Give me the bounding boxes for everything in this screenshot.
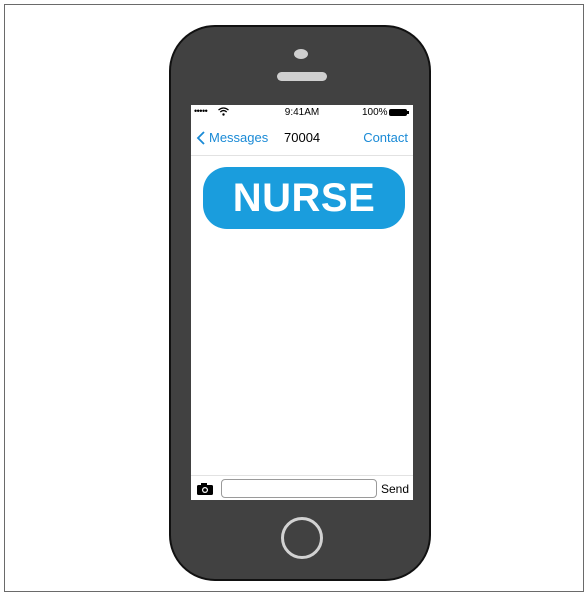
battery-icon: [389, 109, 409, 116]
message-composer: Send: [191, 475, 413, 500]
canvas-frame: ••••• 9:41AM 100% Messages 70004 Contact…: [4, 4, 584, 592]
back-button-label: Messages: [209, 130, 269, 145]
back-to-messages-button[interactable]: Messages: [196, 130, 268, 145]
message-input[interactable]: [221, 479, 377, 498]
phone-screen: ••••• 9:41AM 100% Messages 70004 Contact…: [191, 105, 413, 500]
home-button[interactable]: [281, 517, 323, 559]
battery-percent: 100%: [362, 107, 388, 118]
message-bubble: NURSE: [203, 167, 405, 229]
status-bar: ••••• 9:41AM 100%: [191, 105, 413, 121]
phone-body: ••••• 9:41AM 100% Messages 70004 Contact…: [169, 25, 431, 581]
message-text: NURSE: [232, 176, 376, 220]
send-button[interactable]: Send: [381, 482, 409, 496]
front-camera: [294, 49, 308, 59]
earpiece-speaker: [277, 72, 327, 81]
contact-button[interactable]: Contact: [363, 130, 408, 145]
conversation-nav-bar: Messages 70004 Contact: [191, 121, 413, 156]
chevron-left-icon: [196, 130, 205, 145]
camera-icon[interactable]: [197, 483, 213, 495]
conversation-title: 70004: [284, 130, 321, 145]
